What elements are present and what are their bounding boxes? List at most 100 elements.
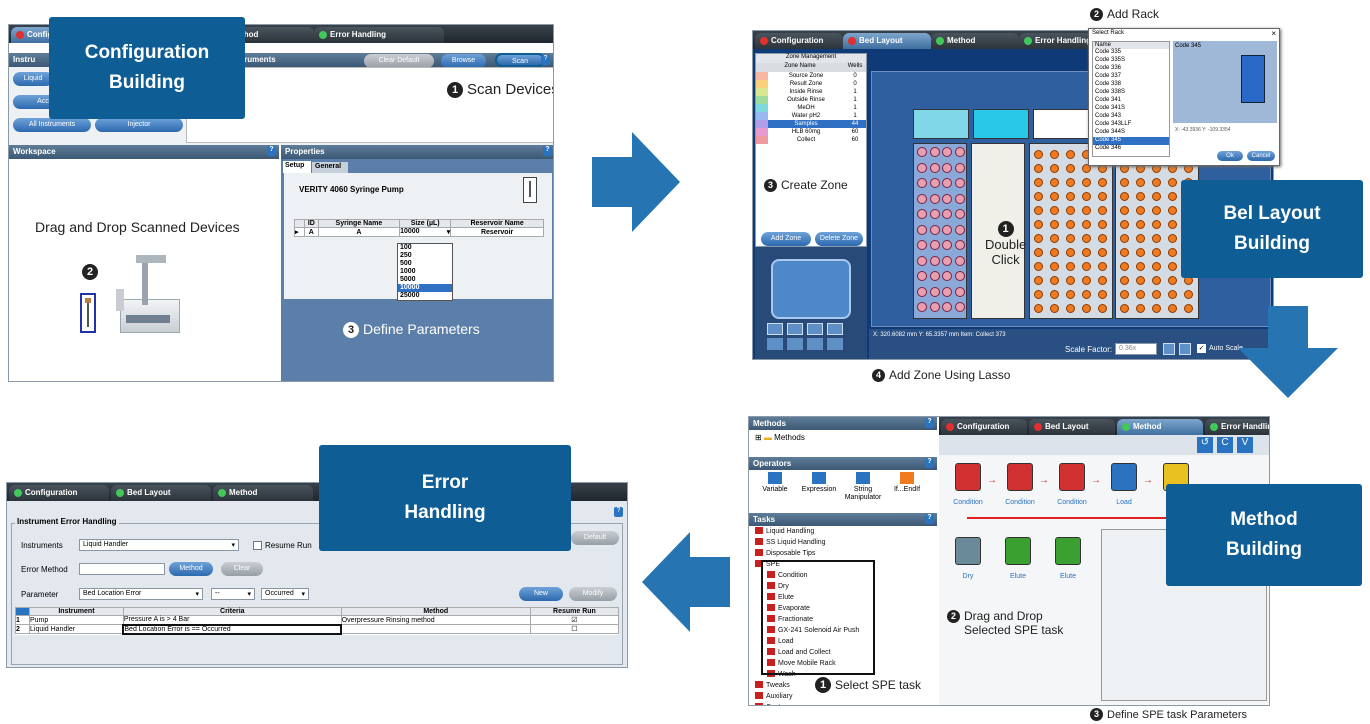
spe-well[interactable]	[1168, 234, 1177, 243]
sample-well[interactable]	[942, 162, 952, 173]
size-option[interactable]: 500	[398, 260, 452, 268]
help-icon[interactable]: ?	[267, 146, 276, 156]
resume-run-checkbox[interactable]	[253, 541, 262, 550]
sample-well[interactable]	[942, 209, 952, 219]
setup-tab[interactable]: Setup	[283, 161, 311, 173]
spe-well[interactable]	[1136, 192, 1145, 201]
spe-well[interactable]	[1082, 290, 1091, 299]
spe-well[interactable]	[1034, 304, 1043, 313]
ok-button[interactable]: Ok	[1217, 151, 1243, 161]
spe-well[interactable]	[1120, 248, 1129, 257]
instrument-btn-injector[interactable]: Injector	[95, 118, 183, 132]
sample-well[interactable]	[917, 193, 927, 204]
sample-well[interactable]	[954, 255, 965, 266]
liquid-handler-device-icon[interactable]	[112, 251, 180, 341]
sample-well[interactable]	[942, 147, 952, 157]
undo-icon[interactable]: ↺	[1197, 437, 1213, 453]
flow-node[interactable]: Condition	[949, 463, 987, 509]
operator-item[interactable]: Variable	[753, 472, 797, 494]
methods-tree[interactable]: ⊞ ▬ Methods	[749, 430, 937, 458]
spe-well[interactable]	[1168, 276, 1177, 285]
spe-well[interactable]	[1184, 304, 1193, 313]
zone-row[interactable]: Inside Rinse 1	[756, 88, 866, 96]
view-icon[interactable]	[827, 323, 843, 335]
spe-well[interactable]	[1050, 164, 1059, 173]
sample-well[interactable]	[954, 286, 965, 297]
auto-scale-checkbox[interactable]: ✓	[1197, 344, 1206, 353]
rack-icon[interactable]	[787, 338, 803, 350]
spe-well[interactable]	[1050, 206, 1059, 215]
sample-well[interactable]	[929, 271, 940, 281]
spe-well[interactable]	[1136, 248, 1145, 257]
rack-list-item[interactable]: Code 337	[1093, 73, 1169, 81]
spe-well[interactable]	[1152, 234, 1161, 243]
spe-well[interactable]	[1050, 290, 1059, 299]
sample-well[interactable]	[942, 302, 952, 312]
spe-well[interactable]	[1050, 192, 1059, 201]
spe-well[interactable]	[1034, 178, 1043, 187]
refresh-icon[interactable]: C	[1217, 437, 1233, 453]
cell-syringe-name[interactable]: A	[317, 227, 401, 237]
tab-error-handling[interactable]: Error Handling	[1205, 419, 1269, 435]
tab-bed-layout[interactable]: Bed Layout	[843, 33, 931, 49]
zoom-in-icon[interactable]	[1163, 343, 1175, 355]
rack-list-item[interactable]: Code 335	[1093, 49, 1169, 57]
clear-button[interactable]: Clear	[221, 562, 263, 576]
help-icon[interactable]: ?	[614, 507, 623, 517]
rinse-rack[interactable]	[973, 109, 1029, 139]
spe-well[interactable]	[1082, 178, 1091, 187]
spe-well[interactable]	[1082, 304, 1091, 313]
task-item[interactable]: Disposable Tips	[753, 549, 937, 560]
delete-zone-button[interactable]: Delete Zone	[815, 232, 863, 246]
spe-well[interactable]	[1034, 290, 1043, 299]
sample-well[interactable]	[942, 240, 952, 250]
rack-list-item[interactable]: Code 341	[1093, 97, 1169, 105]
spe-well[interactable]	[1050, 150, 1059, 159]
sample-well[interactable]	[929, 286, 940, 297]
spe-well[interactable]	[1152, 178, 1161, 187]
modify-button[interactable]: Modify	[569, 587, 617, 601]
spe-well[interactable]	[1034, 206, 1043, 215]
occurred-select[interactable]: Occurred ▾	[261, 588, 309, 600]
sample-well[interactable]	[929, 240, 940, 250]
size-select[interactable]: 10000 ▾	[399, 227, 452, 237]
zone-row[interactable]: Source Zone 0	[756, 72, 866, 80]
sample-well[interactable]	[917, 271, 927, 281]
rack-list-item[interactable]: Code 346	[1093, 145, 1169, 153]
spe-well[interactable]	[1120, 220, 1129, 229]
spe-well[interactable]	[1098, 304, 1107, 313]
default-button[interactable]: Default	[571, 531, 619, 545]
instrument-btn-liquid[interactable]: Liquid	[13, 72, 53, 86]
spe-well[interactable]	[1168, 248, 1177, 257]
spe-well[interactable]	[1034, 192, 1043, 201]
rack-list-item[interactable]: Code 345	[1093, 137, 1169, 145]
view-toolbar[interactable]	[767, 323, 857, 353]
sample-well[interactable]	[954, 178, 965, 188]
flow-node[interactable]: Elute	[999, 537, 1037, 583]
spe-well[interactable]	[1136, 276, 1145, 285]
spe-well[interactable]	[1098, 262, 1107, 271]
spe-well[interactable]	[1082, 276, 1091, 285]
sample-well[interactable]	[954, 193, 965, 204]
sample-well[interactable]	[917, 255, 927, 266]
spe-well[interactable]	[1120, 290, 1129, 299]
help-icon[interactable]: ?	[541, 55, 550, 65]
sample-well[interactable]	[917, 162, 927, 173]
chevron-down-icon[interactable]: ▾	[301, 590, 305, 598]
rack-list-item[interactable]: Code 335S	[1093, 57, 1169, 65]
spe-well[interactable]	[1136, 262, 1145, 271]
spe-well[interactable]	[1168, 178, 1177, 187]
chevron-down-icon[interactable]: ▾	[447, 228, 451, 236]
spe-well[interactable]	[1168, 192, 1177, 201]
add-zone-button[interactable]: Add Zone	[761, 232, 811, 246]
spe-well[interactable]	[1034, 220, 1043, 229]
rack-icon[interactable]	[807, 338, 823, 350]
sample-well[interactable]	[917, 209, 927, 219]
zone-row[interactable]: MeOH 1	[756, 104, 866, 112]
sample-well[interactable]	[942, 271, 952, 281]
spe-well[interactable]	[1050, 304, 1059, 313]
operator-select[interactable]: -- ▾	[211, 588, 255, 600]
spe-well[interactable]	[1152, 290, 1161, 299]
spe-well[interactable]	[1098, 276, 1107, 285]
size-option[interactable]: 1000	[398, 268, 452, 276]
